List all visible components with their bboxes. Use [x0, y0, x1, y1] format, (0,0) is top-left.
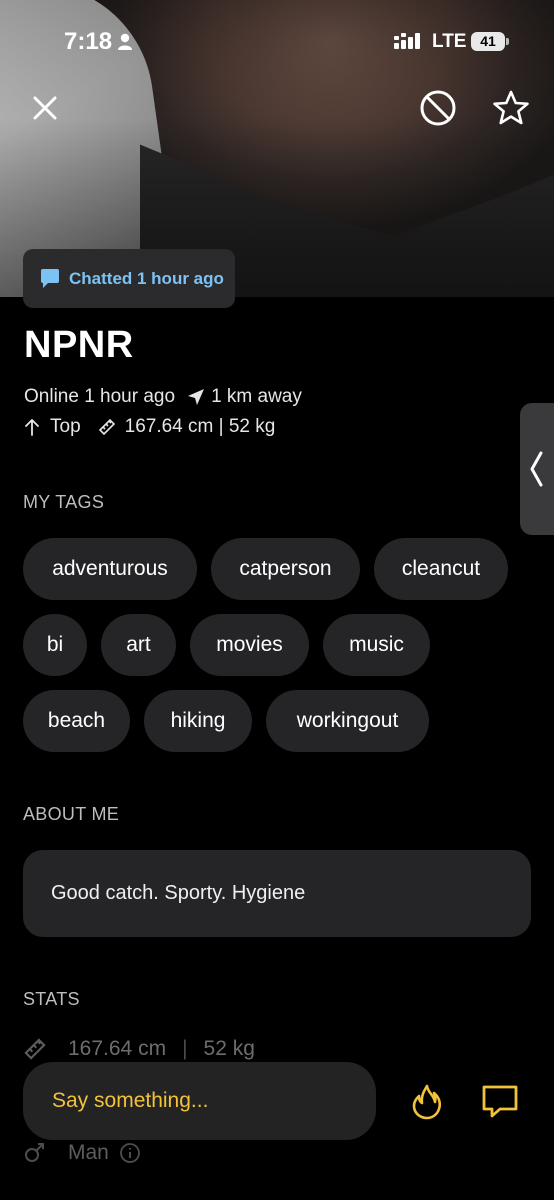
- position: Top: [50, 416, 81, 437]
- network-label: LTE: [432, 31, 467, 52]
- about-box: Good catch. Sporty. Hygiene: [23, 850, 531, 937]
- about-section-title: ABOUT ME: [23, 804, 120, 824]
- flame-icon: [412, 1084, 442, 1120]
- battery-icon: 41: [471, 32, 505, 51]
- person-icon: [118, 33, 132, 50]
- stats-separator: |: [182, 1037, 188, 1060]
- star-icon: [493, 90, 529, 125]
- stats-measurements: 167.64 cm | 52 kg: [22, 1036, 255, 1062]
- gender-icon: [25, 1143, 44, 1162]
- stats-gender: Man: [22, 1141, 141, 1165]
- position-measurements-row: Top 167.64 cm | 52 kg: [24, 416, 275, 438]
- chatted-badge[interactable]: Chatted 1 hour ago: [23, 249, 235, 308]
- tag-adventurous[interactable]: adventurous: [23, 538, 197, 600]
- tag-catperson[interactable]: catperson: [211, 538, 360, 600]
- about-text: Good catch. Sporty. Hygiene: [51, 882, 306, 904]
- close-button[interactable]: [23, 86, 67, 130]
- online-status: Online 1 hour ago: [24, 386, 176, 407]
- gender-value: Man: [68, 1141, 109, 1164]
- chat-button[interactable]: [478, 1080, 522, 1124]
- status-time: 7:18: [64, 28, 113, 55]
- favorite-button[interactable]: [489, 86, 533, 130]
- stats-height: 167.64 cm: [68, 1037, 167, 1060]
- chat-bubble-icon: [41, 268, 59, 288]
- chevron-left-icon: [530, 451, 543, 487]
- online-distance-row: Online 1 hour ago 1 km away: [24, 386, 302, 408]
- height-weight: 167.64 cm | 52 kg: [124, 416, 276, 437]
- arrow-up-icon: [24, 418, 40, 436]
- stats-weight: 52 kg: [203, 1037, 255, 1060]
- block-icon: [420, 90, 456, 126]
- close-icon: [33, 96, 57, 120]
- tag-beach[interactable]: beach: [23, 690, 130, 752]
- tag-hiking[interactable]: hiking: [144, 690, 252, 752]
- ruler-icon: [24, 1038, 46, 1060]
- location-arrow-icon: [187, 388, 205, 406]
- tag-workingout[interactable]: workingout: [266, 690, 429, 752]
- tag-cleancut[interactable]: cleancut: [374, 538, 508, 600]
- distance: 1 km away: [211, 386, 302, 407]
- info-icon[interactable]: [119, 1142, 141, 1164]
- tag-movies[interactable]: movies: [190, 614, 309, 676]
- tag-bi[interactable]: bi: [23, 614, 87, 676]
- block-button[interactable]: [416, 86, 460, 130]
- chat-icon: [482, 1085, 518, 1118]
- tap-button[interactable]: [405, 1080, 449, 1124]
- tag-music[interactable]: music: [323, 614, 430, 676]
- tag-art[interactable]: art: [101, 614, 176, 676]
- side-panel-tab[interactable]: [520, 403, 554, 535]
- signal-icon: [394, 33, 420, 49]
- stats-section-title: STATS: [23, 989, 80, 1009]
- message-placeholder: Say something...: [52, 1089, 209, 1112]
- message-input[interactable]: Say something...: [23, 1062, 376, 1140]
- ruler-icon: [97, 417, 117, 437]
- battery-tip: [506, 38, 509, 45]
- profile-name: NPNR: [24, 324, 134, 366]
- tags-section-title: MY TAGS: [23, 492, 105, 512]
- chatted-label: Chatted 1 hour ago: [69, 268, 224, 288]
